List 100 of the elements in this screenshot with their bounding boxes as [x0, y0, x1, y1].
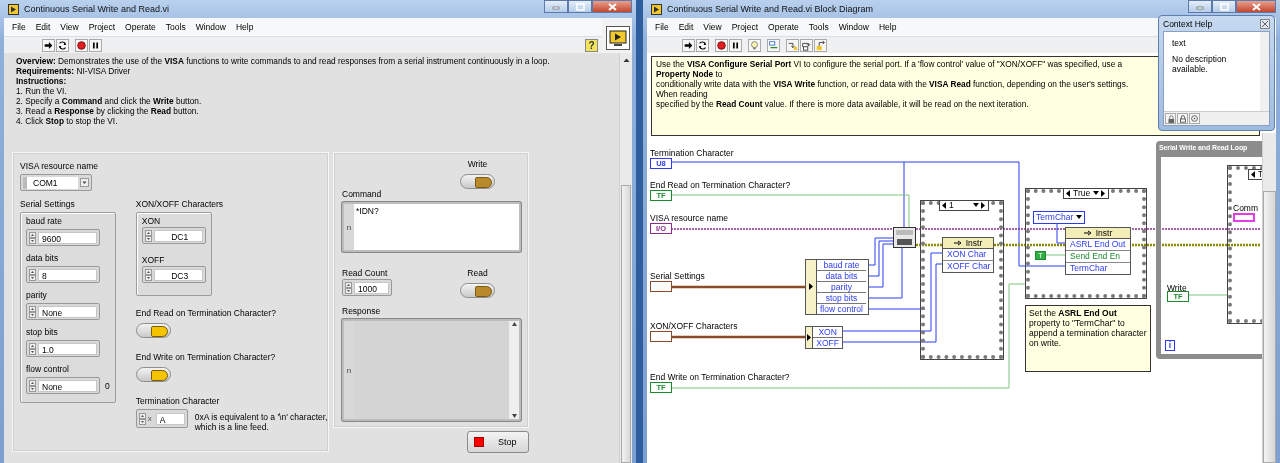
lock-icon[interactable] [1165, 113, 1176, 124]
requirements-text: Requirements: NI-VISA Driver [16, 66, 132, 76]
arrow-icon [953, 239, 962, 246]
toggle-switch[interactable] [135, 367, 171, 382]
maximize-button[interactable] [568, 0, 592, 13]
menu-item[interactable]: Operate [768, 22, 799, 32]
scrollbar[interactable] [1262, 133, 1276, 463]
scrollbar[interactable] [1260, 32, 1269, 111]
close-icon [607, 2, 617, 11]
help-text: No description available. [1172, 54, 1228, 74]
case-selector[interactable]: True [1063, 187, 1109, 199]
control-label: XON/XOFF Characters [135, 199, 225, 210]
run-continuously-icon[interactable] [696, 38, 709, 52]
control-label: Read Count [342, 268, 388, 279]
numeric-control[interactable]: None [26, 377, 100, 394]
lock-icon[interactable] [1177, 113, 1188, 124]
menu-item[interactable]: Window [195, 22, 226, 32]
abort-icon[interactable] [715, 38, 728, 52]
stop-button[interactable]: Stop [467, 431, 529, 453]
run-arrow-icon[interactable] [42, 38, 55, 52]
spinner-icon[interactable] [29, 379, 36, 392]
menu-item[interactable]: Help [878, 22, 897, 32]
app-icon [651, 3, 662, 15]
abort-icon[interactable] [75, 38, 88, 52]
step-into-icon[interactable] [786, 38, 799, 52]
spinner-icon[interactable] [138, 412, 146, 425]
lightbulb-icon[interactable] [748, 38, 761, 52]
toggle-switch[interactable] [460, 174, 495, 189]
menu-item[interactable]: Help [235, 22, 254, 32]
spinner-icon[interactable] [29, 342, 36, 355]
menu-item[interactable]: Project [731, 22, 759, 32]
field-label: data bits [26, 253, 59, 263]
pause-icon[interactable] [89, 38, 102, 52]
scroll-up-icon[interactable] [621, 56, 631, 65]
resource-dropdown[interactable]: COM1 [20, 174, 92, 191]
menu-item[interactable]: Edit [678, 22, 694, 32]
character-control[interactable]: x A [135, 409, 188, 428]
menu-item[interactable]: Tools [165, 22, 186, 32]
step-over-icon[interactable] [800, 38, 813, 52]
menu-item[interactable]: Edit [35, 22, 51, 32]
minimize-button[interactable] [544, 0, 568, 13]
help-button[interactable]: ? [585, 38, 598, 52]
probe-icon[interactable] [767, 38, 780, 52]
case-selector[interactable]: 1 [939, 199, 989, 211]
response-field[interactable]: n [342, 319, 521, 421]
close-button[interactable] [1236, 0, 1276, 13]
menu-item[interactable]: View [703, 22, 722, 32]
spinner-icon[interactable] [144, 268, 152, 281]
run-arrow-icon[interactable] [682, 38, 695, 52]
pause-icon[interactable] [729, 38, 742, 52]
close-button[interactable] [1260, 18, 1270, 29]
terminal-label: Serial Settings [650, 270, 705, 281]
maximize-icon [1219, 2, 1229, 11]
left-arrow-icon [942, 201, 947, 209]
terminal-label: End Read on Termination Character? [650, 179, 791, 190]
numeric-control[interactable]: DC1 [141, 227, 206, 244]
menu-item[interactable]: Operate [125, 22, 156, 32]
spinner-icon[interactable] [345, 281, 352, 294]
toggle-switch[interactable] [135, 323, 171, 338]
numeric-control[interactable]: 9600 [26, 229, 100, 246]
minimize-button[interactable] [1188, 0, 1212, 13]
command-field[interactable]: n *IDN? [342, 202, 521, 253]
menu-item[interactable]: File [655, 22, 669, 32]
toggle-switch[interactable] [460, 283, 495, 299]
menu-item[interactable]: Project [88, 22, 116, 32]
spinner-icon[interactable] [29, 268, 36, 281]
step-out-icon[interactable] [814, 38, 827, 52]
menu-item[interactable]: File [12, 22, 26, 32]
value-indicator: 0 [105, 380, 110, 391]
run-continuously-icon[interactable] [56, 38, 69, 52]
help-icon[interactable] [1189, 113, 1200, 124]
numeric-control[interactable]: 8 [26, 266, 100, 283]
spinner-icon[interactable] [144, 229, 152, 242]
numeric-control[interactable]: 1000 [342, 279, 392, 297]
scroll-down-icon[interactable] [510, 413, 518, 419]
window-title: Context Help [1163, 18, 1213, 29]
numeric-control[interactable]: DC3 [141, 266, 206, 283]
ring-constant[interactable]: TermChar [1033, 210, 1086, 224]
numeric-control[interactable]: 1.0 [26, 340, 100, 357]
numeric-control[interactable]: None [26, 303, 100, 320]
right-arrow-icon [981, 201, 986, 209]
terminal[interactable] [1233, 212, 1255, 222]
terminal-label: End Write on Termination Character? [650, 371, 790, 382]
field-label: XON [141, 216, 161, 226]
menu-item[interactable]: Window [838, 22, 869, 32]
cluster-terminal[interactable] [650, 280, 672, 292]
left-arrow-icon [1251, 170, 1256, 178]
maximize-button[interactable] [1212, 0, 1236, 13]
control-label: Response [342, 306, 382, 318]
spinner-icon[interactable] [29, 231, 36, 244]
cluster-terminal[interactable] [650, 330, 672, 342]
spinner-icon[interactable] [29, 305, 36, 318]
scrollbar[interactable] [619, 53, 632, 463]
scroll-up-icon[interactable] [510, 321, 518, 328]
terminal-label: Termination Character [650, 147, 734, 158]
close-button[interactable] [592, 0, 632, 13]
menu-item[interactable]: Tools [808, 22, 829, 32]
instructions-heading: Instructions: [16, 76, 68, 86]
menu-item[interactable]: View [60, 22, 79, 32]
minimize-icon [552, 3, 560, 10]
